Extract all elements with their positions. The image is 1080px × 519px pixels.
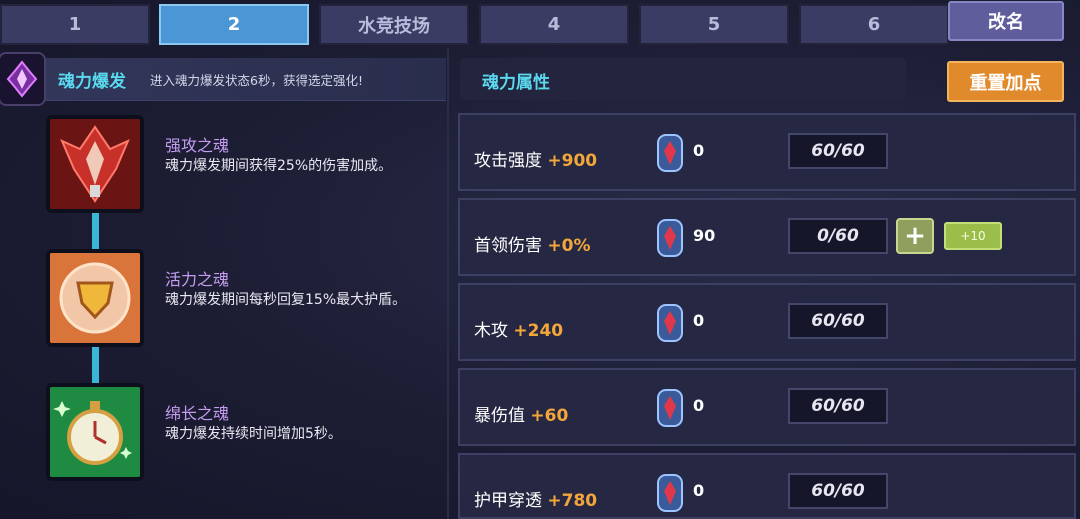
add-point-button[interactable]: +: [896, 218, 934, 254]
stat-row: 暴伤值 +60 0 60/60: [458, 368, 1076, 446]
tab-3[interactable]: 水竞技场: [319, 4, 469, 45]
soul-stone-icon: [657, 474, 683, 512]
stat-value: +780: [547, 491, 598, 511]
tab-label: 水竞技场: [358, 15, 430, 37]
tab-1[interactable]: 1: [0, 4, 150, 45]
soul-name: 绵长之魂: [165, 404, 230, 423]
reset-points-button[interactable]: 重置加点: [947, 61, 1064, 102]
stat-row: 护甲穿透 +780 0 60/60: [458, 453, 1076, 519]
stat-label: 攻击强度 +900: [474, 151, 598, 171]
red-armor-icon[interactable]: [46, 115, 144, 213]
soul-crystal-icon: [0, 52, 46, 106]
stat-value: +900: [547, 151, 598, 171]
level-display: 0/60: [788, 218, 888, 254]
stat-row: 首领伤害 +0% 90 0/60 + +10: [458, 198, 1076, 276]
gold-shield-icon[interactable]: [46, 249, 144, 347]
stat-label: 护甲穿透 +780: [474, 491, 598, 511]
stone-count: 0: [693, 396, 705, 415]
tab-label: 5: [707, 14, 721, 35]
stat-value: +0%: [547, 236, 591, 256]
stone-count: 0: [693, 481, 705, 500]
stat-label: 首领伤害 +0%: [474, 236, 591, 256]
level-display: 60/60: [788, 133, 888, 169]
soul-connector: [92, 347, 99, 385]
soul-stone-icon: [657, 389, 683, 427]
tab-5[interactable]: 5: [639, 4, 789, 45]
tab-label: 1: [68, 14, 82, 35]
soul-name: 活力之魂: [165, 270, 230, 289]
stone-count: 90: [693, 226, 716, 245]
stone-count: 0: [693, 311, 705, 330]
soul-description: 魂力爆发期间每秒回复15%最大护盾。: [165, 292, 407, 308]
soul-stone-icon: [657, 219, 683, 257]
stat-row: 木攻 +240 0 60/60: [458, 283, 1076, 361]
tab-6[interactable]: 6: [799, 4, 949, 45]
tab-label: 4: [547, 14, 561, 35]
stat-label: 木攻 +240: [474, 321, 564, 341]
rename-button[interactable]: 改名: [948, 1, 1064, 41]
stat-label: 暴伤值 +60: [474, 406, 569, 426]
tab-2[interactable]: 2: [159, 4, 309, 45]
add-ten-points-button[interactable]: +10: [944, 222, 1002, 250]
level-display: 60/60: [788, 303, 888, 339]
stat-value: +240: [513, 321, 564, 341]
soul-description: 魂力爆发持续时间增加5秒。: [165, 426, 342, 442]
soul-stone-icon: [657, 304, 683, 342]
stone-count: 0: [693, 141, 705, 160]
tab-label: 2: [227, 14, 241, 35]
soul-description: 魂力爆发期间获得25%的伤害加成。: [165, 158, 393, 174]
soul-name: 强攻之魂: [165, 136, 230, 155]
stopwatch-icon[interactable]: [46, 383, 144, 481]
panel-divider: [447, 48, 449, 519]
stat-value: +60: [530, 406, 569, 426]
soul-connector: [92, 213, 99, 251]
level-display: 60/60: [788, 473, 888, 509]
tab-label: 6: [867, 14, 881, 35]
stat-row: 攻击强度 +900 0 60/60: [458, 113, 1076, 191]
tab-4[interactable]: 4: [479, 4, 629, 45]
level-display: 60/60: [788, 388, 888, 424]
attributes-title: 魂力属性: [482, 73, 550, 93]
soul-burst-title: 魂力爆发: [58, 72, 126, 92]
soul-stone-icon: [657, 134, 683, 172]
soul-burst-description: 进入魂力爆发状态6秒，获得选定强化!: [150, 73, 363, 88]
